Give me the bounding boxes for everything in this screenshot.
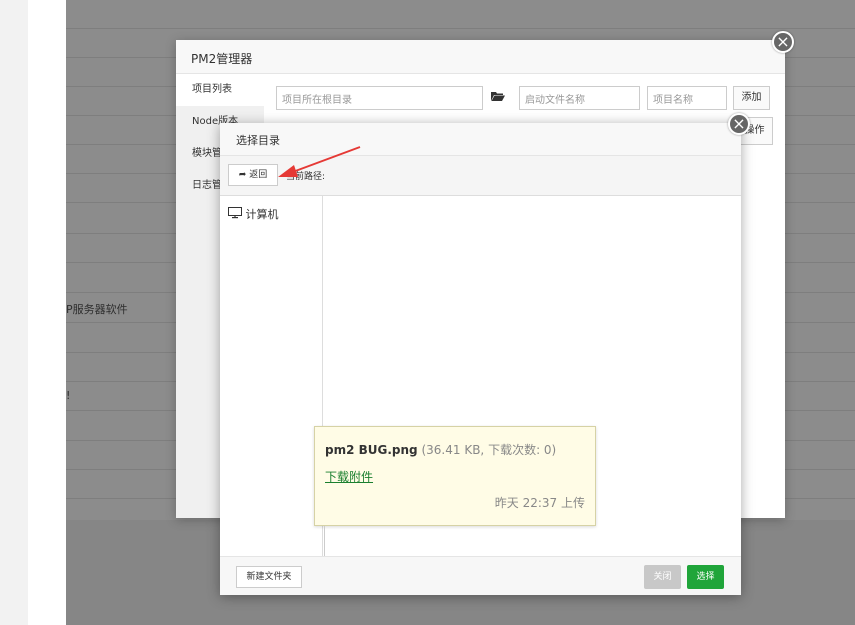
back-arrow-icon: ➦: [238, 170, 247, 180]
start-file-input[interactable]: 启动文件名称: [519, 86, 640, 110]
tree-item-label: 计算机: [245, 208, 279, 221]
project-dir-input[interactable]: 项目所在根目录: [276, 86, 483, 110]
red-annotation-arrow-icon: [278, 146, 361, 177]
left-panel: [28, 0, 66, 625]
select-button[interactable]: 选择: [687, 565, 724, 589]
tree-item-computer[interactable]: 计算机: [228, 206, 279, 222]
close-button[interactable]: 关闭: [644, 565, 681, 589]
attachment-info: pm2 BUG.png (36.41 KB, 下载次数: 0): [325, 441, 585, 458]
directory-tree: 计算机: [220, 196, 323, 556]
download-attachment-link[interactable]: 下载附件: [325, 468, 373, 485]
pm2-dialog-title: PM2管理器: [176, 40, 785, 74]
back-button[interactable]: ➦ 返回: [228, 164, 278, 186]
dir-dialog-close-icon[interactable]: ×: [728, 113, 750, 135]
folder-open-icon[interactable]: [491, 91, 505, 101]
attachment-meta: (36.41 KB, 下载次数: 0): [421, 443, 557, 457]
dir-dialog-footer: 新建文件夹 关闭 选择: [220, 556, 741, 595]
pm2-close-icon[interactable]: ×: [772, 31, 794, 53]
upload-time: 昨天 22:37 上传: [494, 496, 585, 510]
tooltip-connector: [324, 526, 325, 556]
back-button-label: 返回: [249, 170, 268, 180]
new-folder-button[interactable]: 新建文件夹: [236, 566, 302, 588]
attachment-filename: pm2 BUG.png: [325, 443, 418, 457]
pm2-tab-project-list[interactable]: 项目列表: [176, 74, 264, 106]
project-name-input[interactable]: 项目名称: [647, 86, 727, 110]
monitor-icon: [228, 207, 242, 219]
attachment-tooltip: pm2 BUG.png (36.41 KB, 下载次数: 0) 下载附件 昨天 …: [314, 426, 596, 526]
add-project-button[interactable]: 添加: [733, 86, 770, 110]
left-margin: [0, 0, 28, 625]
